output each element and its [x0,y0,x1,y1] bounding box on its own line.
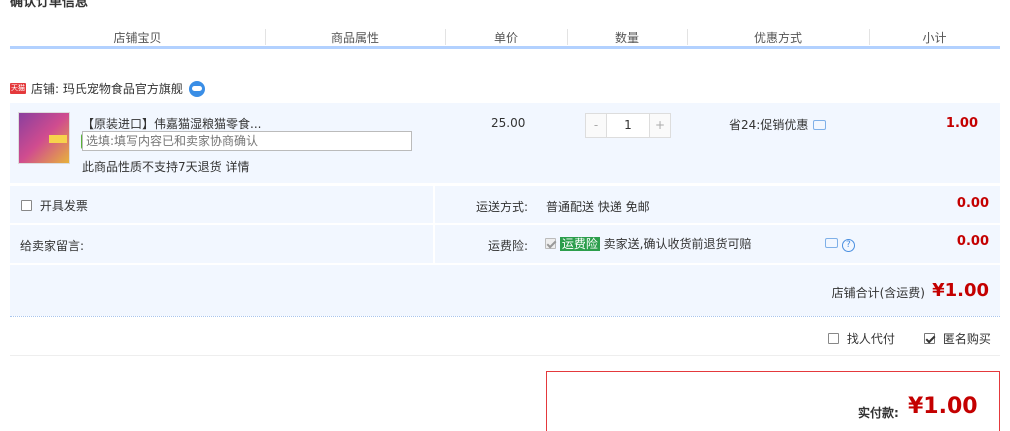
insurance-amount: 0.00 [956,234,989,249]
section-title: 确认订单信息 [10,0,89,10]
anonymous-label: 匿名购买 [942,332,991,346]
item-subtotal: 1.00 [945,116,978,131]
comment-icon[interactable] [813,119,827,130]
col-qty: 数量 [614,31,639,45]
shipping-method[interactable]: 普通配送 快递 免邮 [546,198,650,215]
qty-minus-button[interactable]: - [586,114,606,137]
shipping-label: 运送方式: [476,200,529,214]
shop-total-amount: ¥1.00 [932,280,989,301]
invoice-checkbox[interactable] [21,200,32,211]
invoice-option[interactable]: 开具发票 [21,197,88,214]
product-thumbnail[interactable] [18,112,70,164]
memo-insurance-band: 给卖家留言: 运费险: 运费险 卖家送,确认收货前退货可赔 ? 0.00 [10,225,1000,263]
divider [10,316,1000,317]
pay-amount: ¥1.00 [908,394,978,419]
tmall-icon: 天猫 [10,83,26,94]
insurance-text: 卖家送,确认收货前退货可赔 [603,237,752,251]
shop-name-link[interactable]: 店铺: 玛氏宠物食品官方旗舰 [31,80,183,97]
shipping-amount: 0.00 [956,196,989,211]
help-icon[interactable]: ? [841,239,855,252]
divider [10,355,1000,356]
qty-plus-button[interactable]: + [650,114,670,137]
memo-label: 给卖家留言: [20,239,85,253]
invoice-shipping-band: 开具发票 运送方式: 普通配送 快递 免邮 0.00 [10,186,1000,223]
col-subtotal: 小计 [922,31,947,45]
pay-label: 实付款: [858,406,899,420]
return-policy-note: 此商品性质不支持7天退货 详情 [82,160,250,174]
discount-info: 省24:促销优惠 [729,116,827,133]
insurance-option: 运费险 卖家送,确认收货前退货可赔 [545,235,752,252]
invoice-label: 开具发票 [39,199,88,213]
discount-text: 省24:促销优惠 [729,118,809,132]
anonymous-checkbox[interactable] [924,333,935,344]
col-attr: 商品属性 [330,31,379,45]
insurance-checkbox[interactable] [545,238,556,249]
insurance-tag: 运费险 [559,237,600,251]
shop-line: 天猫 店铺: 玛氏宠物食品官方旗舰 [10,80,205,97]
proxy-pay-option[interactable]: 找人代付 [828,330,895,347]
proxy-pay-checkbox[interactable] [828,333,839,344]
insurance-label: 运费险: [488,239,529,253]
unit-price: 25.00 [491,116,526,130]
col-discount: 优惠方式 [753,31,802,45]
quantity-stepper: - 1 + [585,113,671,138]
shop-total-label: 店铺合计(含运费) [831,286,925,300]
anonymous-option[interactable]: 匿名购买 [924,330,991,347]
memo-input[interactable] [82,131,412,151]
shop-total-band: 店铺合计(含运费) ¥1.00 [10,265,1000,316]
comment-icon[interactable] [825,238,838,248]
col-price: 单价 [493,31,518,45]
column-header: 店铺宝贝 商品属性 单价 数量 优惠方式 小计 [10,27,1000,49]
chat-icon[interactable] [188,80,205,97]
qty-input[interactable]: 1 [606,114,650,137]
proxy-pay-label: 找人代付 [846,332,895,346]
product-title-link[interactable]: 【原装进口】伟嘉猫湿粮猫零食... [82,115,261,132]
col-item: 店铺宝贝 [113,31,162,45]
insurance-help: ? [825,236,855,252]
payment-summary-box: 实付款: ¥1.00 [546,371,1000,431]
